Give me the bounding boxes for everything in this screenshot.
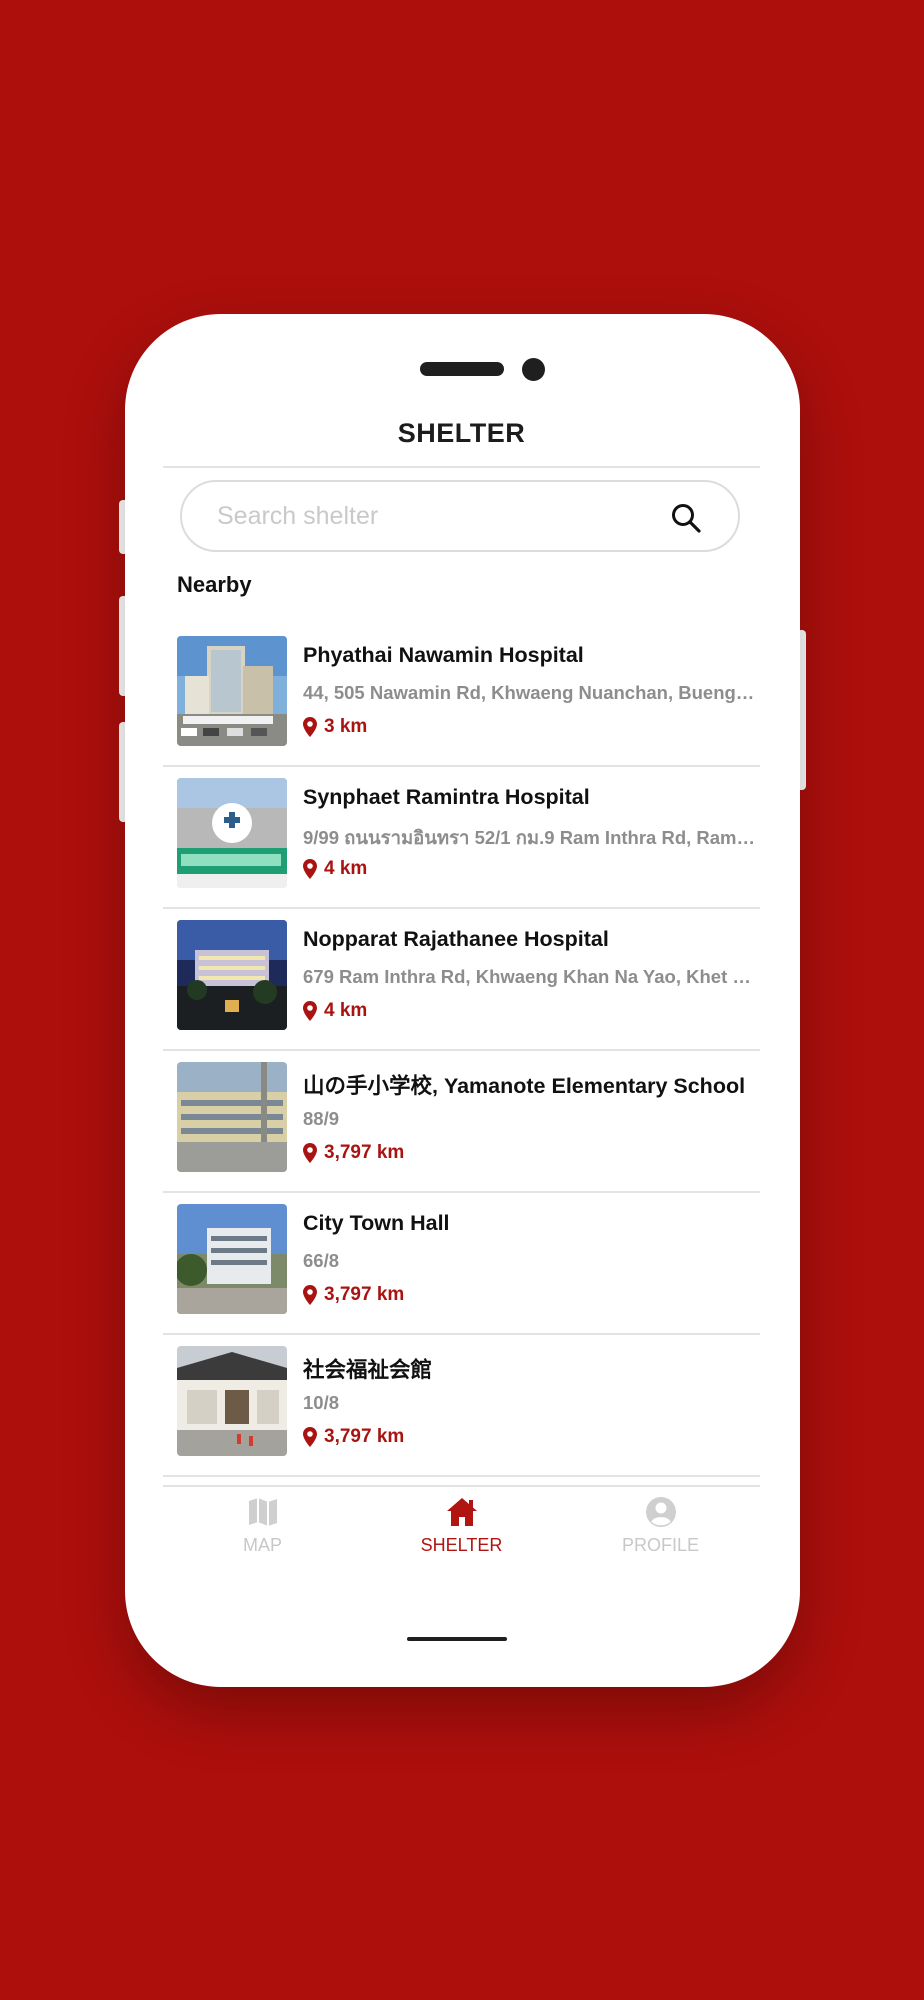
shelter-thumbnail — [177, 778, 287, 888]
phone-frame: SHELTER Nearby — [125, 314, 800, 1687]
shelter-distance: 3,797 km — [303, 1425, 404, 1449]
home-icon — [446, 1498, 477, 1526]
search-icon[interactable] — [670, 502, 702, 534]
distance-value: 3,797 km — [324, 1142, 405, 1163]
shelter-distance: 3 km — [303, 715, 367, 739]
phone-speaker — [420, 362, 504, 376]
search-input[interactable] — [215, 500, 649, 532]
distance-value: 4 km — [324, 1000, 368, 1021]
location-pin-icon — [303, 859, 317, 879]
nav-profile-label: PROFILE — [621, 1535, 700, 1555]
location-pin-icon — [303, 1001, 317, 1021]
shelter-address: 88/9 — [303, 1108, 340, 1129]
shelter-address: 679 Ram Inthra Rd, Khwaeng Khan Na Yao, … — [303, 966, 758, 987]
distance-value: 3,797 km — [324, 1426, 405, 1447]
phone-camera — [522, 358, 545, 381]
shelter-name: 山の手小学校, Yamanote Elementary School — [303, 1074, 746, 1098]
distance-value: 4 km — [324, 858, 368, 879]
location-pin-icon — [303, 1143, 317, 1163]
list-item[interactable]: 山の手小学校, Yamanote Elementary School 88/9 … — [163, 1051, 760, 1193]
location-pin-icon — [303, 1285, 317, 1305]
shelter-address: 66/8 — [303, 1250, 340, 1271]
shelter-name: Synphaet Ramintra Hospital — [303, 785, 590, 809]
shelter-thumbnail — [177, 636, 287, 746]
nav-shelter[interactable]: SHELTER — [362, 1487, 561, 1567]
shelter-address: 10/8 — [303, 1392, 340, 1413]
list-item[interactable]: City Town Hall 66/8 3,797 km — [163, 1193, 760, 1335]
shelter-thumbnail — [177, 1204, 287, 1314]
list-item[interactable]: Synphaet Ramintra Hospital 9/99 ถนนรามอิ… — [163, 767, 760, 909]
home-indicator — [407, 1637, 507, 1641]
app-stage: SHELTER Nearby — [0, 0, 924, 2000]
location-pin-icon — [303, 1427, 317, 1447]
shelter-name: City Town Hall — [303, 1211, 450, 1235]
shelter-list[interactable]: Phyathai Nawamin Hospital 44, 505 Nawami… — [163, 625, 760, 1485]
shelter-name: 社会福祉会館 — [303, 1358, 433, 1382]
list-item[interactable]: Nopparat Rajathanee Hospital 679 Ram Int… — [163, 909, 760, 1051]
nav-shelter-label: SHELTER — [420, 1535, 503, 1555]
bottom-nav: MAP SHELTER PROFILE — [163, 1487, 760, 1567]
page-title: SHELTER — [397, 418, 526, 448]
shelter-screen: SHELTER Nearby — [163, 404, 760, 1604]
location-pin-icon — [303, 717, 317, 737]
shelter-distance: 3,797 km — [303, 1141, 404, 1165]
shelter-address: 44, 505 Nawamin Rd, Khwaeng Nuanchan, Bu… — [303, 682, 758, 703]
shelter-distance: 4 km — [303, 999, 367, 1023]
title-divider — [163, 466, 760, 468]
map-icon — [248, 1498, 277, 1526]
nav-map-label: MAP — [242, 1535, 282, 1555]
nav-map[interactable]: MAP — [163, 1487, 362, 1567]
list-item[interactable]: 社会福祉会館 10/8 3,797 km — [163, 1335, 760, 1477]
distance-value: 3 km — [324, 716, 368, 737]
distance-value: 3,797 km — [324, 1284, 405, 1305]
profile-icon — [645, 1497, 676, 1527]
nav-profile[interactable]: PROFILE — [561, 1487, 760, 1567]
shelter-address: 9/99 ถนนรามอินทรา 52/1 กม.9 Ram Inthra R… — [303, 827, 758, 848]
shelter-distance: 3,797 km — [303, 1283, 404, 1307]
shelter-thumbnail — [177, 1062, 287, 1172]
list-item[interactable] — [163, 1477, 760, 1485]
search-bar[interactable] — [180, 480, 740, 552]
shelter-name: Nopparat Rajathanee Hospital — [303, 927, 609, 951]
list-item[interactable]: Phyathai Nawamin Hospital 44, 505 Nawami… — [163, 625, 760, 767]
shelter-distance: 4 km — [303, 857, 367, 881]
shelter-thumbnail — [177, 920, 287, 1030]
shelter-thumbnail — [177, 1346, 287, 1456]
section-label-nearby: Nearby — [177, 572, 252, 597]
shelter-name: Phyathai Nawamin Hospital — [303, 643, 584, 667]
